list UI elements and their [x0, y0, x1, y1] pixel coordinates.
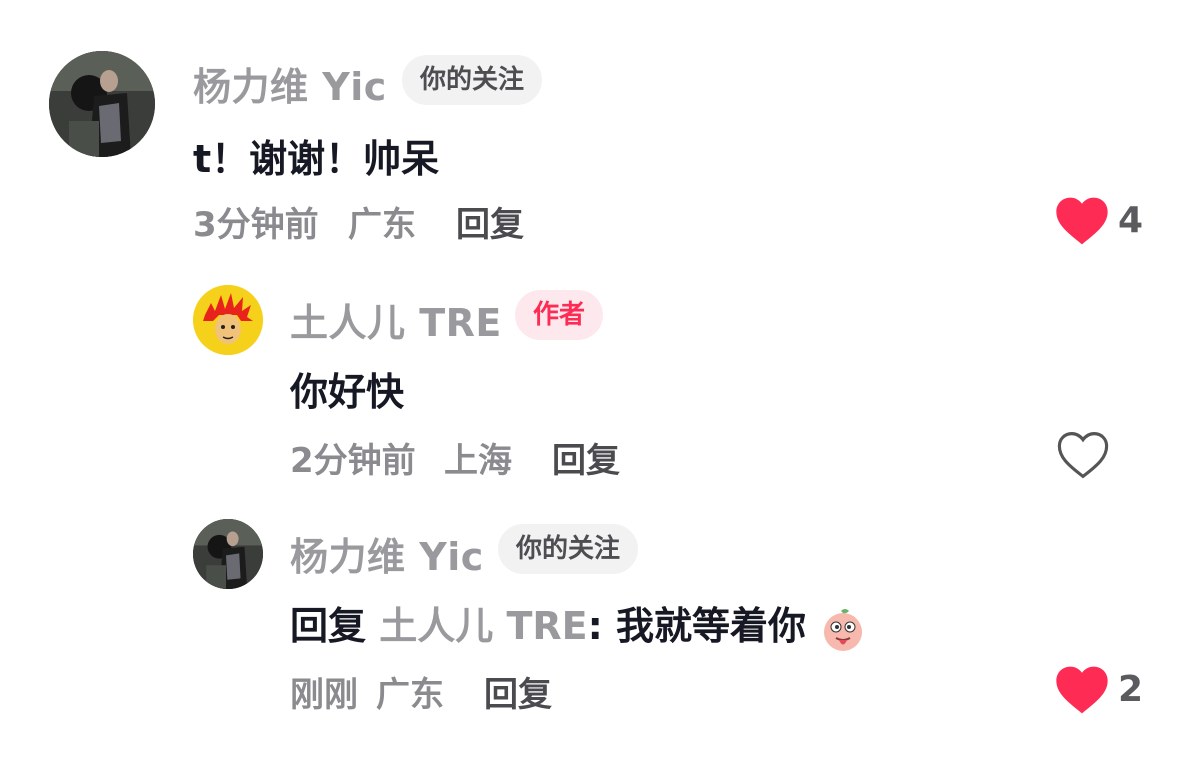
comment-location: 广东 — [376, 675, 444, 715]
like-count: 4 — [1118, 200, 1144, 241]
avatar[interactable] — [193, 519, 263, 589]
comment-text-line: 回复 土人儿 TRE: 我就等着你 — [290, 595, 867, 653]
avatar-photo — [49, 51, 155, 157]
comment-username[interactable]: 杨力维 Yic — [193, 56, 387, 111]
comment-time: 3分钟前 — [193, 205, 319, 245]
comment-time: 2分钟前 — [290, 441, 416, 481]
comment-text: 你好快 — [290, 370, 405, 414]
following-badge: 你的关注 — [402, 55, 543, 105]
comment-location: 上海 — [444, 441, 512, 481]
following-badge: 你的关注 — [498, 524, 639, 574]
comment-text: : 我就等着你 — [587, 604, 807, 648]
like-count: 2 — [1118, 669, 1144, 710]
heart-filled-icon — [1056, 666, 1108, 714]
avatar-cartoon — [193, 285, 263, 355]
reply-button[interactable]: 回复 — [484, 667, 552, 716]
like-button[interactable] — [1054, 664, 1110, 716]
author-badge: 作者 — [515, 290, 604, 340]
reply-button[interactable]: 回复 — [552, 433, 620, 482]
avatar[interactable] — [193, 285, 263, 355]
comment-username[interactable]: 杨力维 Yic — [290, 526, 484, 581]
comment-location: 广东 — [348, 205, 416, 245]
heart-outline-icon — [1057, 432, 1109, 479]
comment-text: t！谢谢！帅呆 — [193, 137, 440, 181]
heart-filled-icon — [1056, 197, 1108, 245]
like-button[interactable] — [1054, 195, 1110, 247]
smirk-emoji-icon — [819, 605, 867, 653]
like-button[interactable] — [1056, 430, 1110, 480]
comment-username[interactable]: 土人儿 TRE — [290, 292, 502, 347]
reply-prefix: 回复 — [290, 604, 367, 648]
avatar-photo — [193, 519, 263, 589]
avatar[interactable] — [49, 51, 155, 157]
reply-button[interactable]: 回复 — [456, 197, 524, 246]
comment-time: 刚刚 — [290, 675, 358, 715]
reply-target-username[interactable]: 土人儿 TRE — [379, 604, 587, 648]
